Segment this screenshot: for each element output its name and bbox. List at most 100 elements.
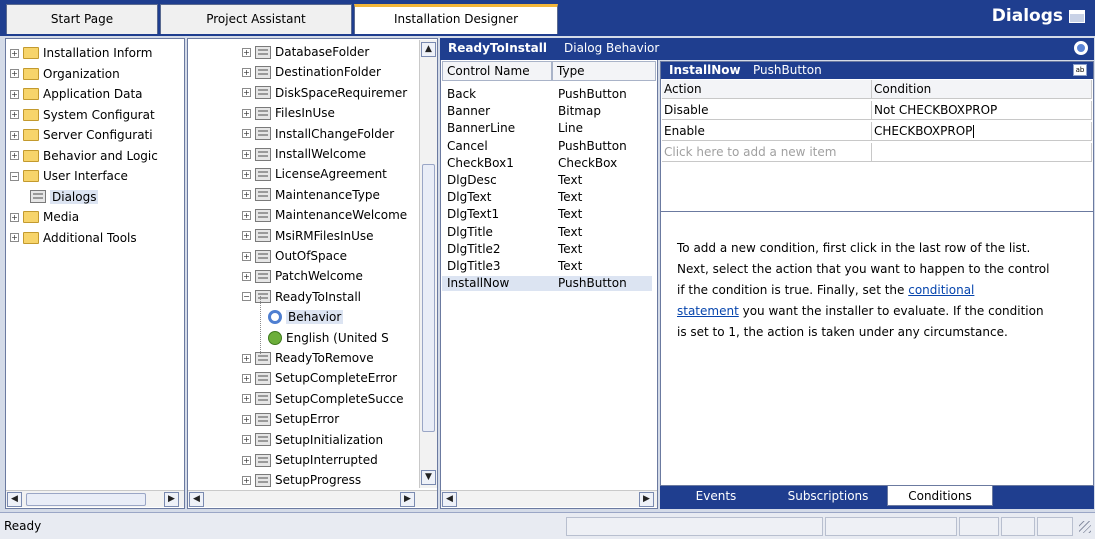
dialog-item-installwelcome[interactable]: + InstallWelcome [242,144,366,164]
tree-item-additional-tools[interactable]: + Additional Tools [10,228,137,248]
scroll-right-icon[interactable]: ▶ [639,492,654,507]
control-row[interactable]: Cancel PushButton [442,139,652,154]
column-header-control-name[interactable]: Control Name [442,61,552,81]
dialog-item-licenseagreement[interactable]: + LicenseAgreement [242,164,387,184]
expand-icon[interactable]: + [10,89,19,99]
expand-icon[interactable]: + [242,455,251,465]
expand-icon[interactable]: + [242,47,251,57]
expand-icon[interactable]: + [242,271,251,281]
horizontal-scrollbar[interactable]: ◀ ▶ [6,490,184,507]
control-row[interactable]: DlgText Text [442,190,652,205]
tab-events[interactable]: Events [666,486,766,506]
expand-icon[interactable]: + [242,414,251,424]
condition-expression-cell[interactable]: CHECKBOXPROP [872,122,1092,141]
scroll-thumb[interactable] [26,493,146,506]
scroll-left-icon[interactable]: ◀ [7,492,22,507]
expand-icon[interactable]: + [242,88,251,98]
expand-icon[interactable]: + [10,130,19,140]
dialog-item-setupinterrupted[interactable]: + SetupInterrupted [242,450,378,470]
dialog-item-msirmfilesinuse[interactable]: + MsiRMFilesInUse [242,226,374,246]
dialog-item-setuperror[interactable]: + SetupError [242,409,339,429]
expand-icon[interactable]: + [242,169,251,179]
dialog-item-setupinitialization[interactable]: + SetupInitialization [242,430,383,450]
dialog-item-setupcompletesucce[interactable]: + SetupCompleteSucce [242,389,404,409]
dialog-item-filesinuse[interactable]: + FilesInUse [242,103,335,123]
tree-item-application-data[interactable]: + Application Data [10,84,143,104]
scroll-right-icon[interactable]: ▶ [400,492,415,507]
dialog-item-outofspace[interactable]: + OutOfSpace [242,246,347,266]
condition-action-cell[interactable]: Enable [662,122,872,141]
horizontal-scrollbar[interactable]: ◀ ▶ [188,490,437,507]
tab-subscriptions[interactable]: Subscriptions [773,486,883,506]
column-header-type[interactable]: Type [552,61,656,81]
tree-item-installation-inform[interactable]: + Installation Inform [10,43,152,63]
scroll-up-icon[interactable]: ▲ [421,42,436,57]
dialog-item-maintenancewelcome[interactable]: + MaintenanceWelcome [242,205,407,225]
dialog-item-maintenancetype[interactable]: + MaintenanceType [242,185,380,205]
dialog-item-setupprogress[interactable]: + SetupProgress [242,470,361,490]
expand-icon[interactable]: + [242,435,251,445]
scroll-thumb[interactable] [422,164,435,432]
conditional-statement-link[interactable]: conditional [908,283,974,297]
tree-item-dialogs[interactable]: Dialogs [30,187,99,207]
control-row[interactable]: Back PushButton [442,87,652,102]
resize-grip-icon[interactable] [1079,521,1091,533]
dialog-item-destinationfolder[interactable]: + DestinationFolder [242,62,381,82]
dialog-item-databasefolder[interactable]: + DatabaseFolder [242,42,369,62]
ab-icon[interactable]: ab [1073,64,1087,76]
expand-icon[interactable]: + [242,353,251,363]
control-row[interactable]: Banner Bitmap [442,104,652,119]
add-new-item-row[interactable]: Click here to add a new item [662,143,872,162]
tree-item-media[interactable]: + Media [10,207,79,227]
tree-item-server-configurati[interactable]: + Server Configurati [10,125,153,145]
dialog-item-patchwelcome[interactable]: + PatchWelcome [242,266,363,286]
conditional-statement-link[interactable]: statement [677,304,739,318]
horizontal-scrollbar[interactable]: ◀ ▶ [441,490,657,507]
expand-icon[interactable]: + [242,475,251,485]
tree-item-user-interface[interactable]: − User Interface [10,166,128,186]
gear-icon[interactable] [1074,41,1088,55]
scroll-right-icon[interactable]: ▶ [164,492,179,507]
collapse-icon[interactable]: − [242,292,251,302]
control-row[interactable]: DlgTitle3 Text [442,259,652,274]
scroll-down-icon[interactable]: ▼ [421,470,436,485]
tree-item-system-configurat[interactable]: + System Configurat [10,105,155,125]
dialog-item-installchangefolder[interactable]: + InstallChangeFolder [242,124,394,144]
add-new-item-cell[interactable] [872,143,1092,162]
expand-icon[interactable]: + [242,149,251,159]
tab-conditions[interactable]: Conditions [887,486,993,506]
control-row[interactable]: DlgTitle2 Text [442,242,652,257]
tab-start-page[interactable]: Start Page [6,4,158,34]
expand-icon[interactable]: + [242,251,251,261]
condition-action-cell[interactable]: Disable [662,101,872,120]
expand-icon[interactable]: + [242,231,251,241]
control-row[interactable]: CheckBox1 CheckBox [442,156,652,171]
expand-icon[interactable]: + [10,69,19,78]
dialog-item-behavior[interactable]: Behavior [268,307,344,327]
expand-icon[interactable]: + [10,233,19,242]
expand-icon[interactable]: + [242,210,251,220]
collapse-icon[interactable]: − [10,171,19,181]
tree-item-organization[interactable]: + Organization [10,64,120,84]
scroll-left-icon[interactable]: ◀ [442,492,457,507]
dialog-item-diskspacerequiremer[interactable]: + DiskSpaceRequiremer [242,83,407,103]
expand-icon[interactable]: + [242,373,251,383]
dialog-item-readytoremove[interactable]: + ReadyToRemove [242,348,374,368]
control-row[interactable]: DlgTitle Text [442,225,652,240]
expand-icon[interactable]: + [10,151,19,160]
vertical-scrollbar[interactable]: ▲ ▼ [419,40,437,488]
column-header-condition[interactable]: Condition [872,80,1092,99]
expand-icon[interactable]: + [10,212,19,222]
scroll-left-icon[interactable]: ◀ [189,492,204,507]
expand-icon[interactable]: + [10,110,19,119]
control-row[interactable]: DlgDesc Text [442,173,652,188]
control-row[interactable]: DlgText1 Text [442,207,652,222]
expand-icon[interactable]: + [242,129,251,139]
column-header-action[interactable]: Action [662,80,872,99]
dialog-item-english-united-s[interactable]: English (United S [268,328,389,348]
expand-icon[interactable]: + [242,190,251,200]
dialog-item-setupcompleteerror[interactable]: + SetupCompleteError [242,368,397,388]
tab-project-assistant[interactable]: Project Assistant [160,4,352,34]
expand-icon[interactable]: + [10,48,19,58]
control-row[interactable]: InstallNow PushButton [442,276,652,292]
